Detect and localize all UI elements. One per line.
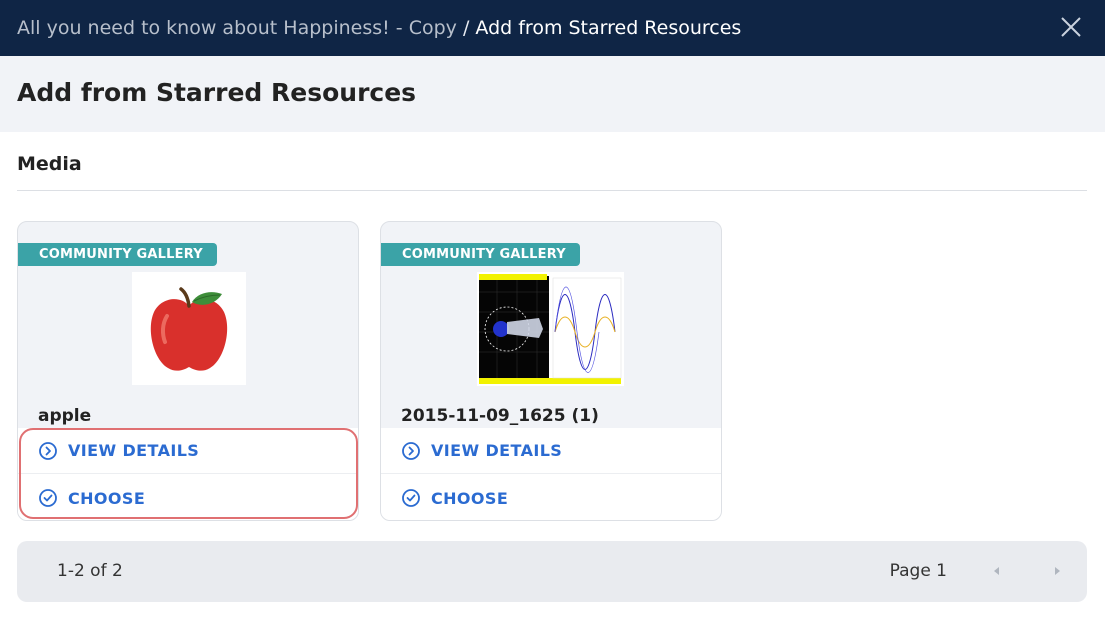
close-icon[interactable] bbox=[1059, 15, 1083, 39]
apple-illustration bbox=[150, 287, 228, 371]
view-details-label: VIEW DETAILS bbox=[68, 441, 200, 460]
breadcrumb-parent[interactable]: All you need to know about Happiness! - … bbox=[17, 17, 457, 39]
simulation-illustration bbox=[477, 272, 624, 386]
view-details-button[interactable]: VIEW DETAILS bbox=[18, 428, 358, 474]
top-bar: All you need to know about Happiness! - … bbox=[0, 0, 1105, 56]
card-title: apple bbox=[38, 406, 92, 426]
community-gallery-badge: COMMUNITY GALLERY bbox=[381, 243, 580, 266]
section-divider bbox=[17, 190, 1087, 191]
breadcrumb-separator: / bbox=[462, 17, 470, 39]
choose-label: CHOOSE bbox=[431, 488, 509, 508]
resource-card-screenshot: COMMUNITY GALLERY 2015-11-09_1625 (1) VI… bbox=[380, 221, 722, 521]
chevron-left-icon[interactable] bbox=[989, 563, 1005, 579]
apple-image bbox=[132, 272, 246, 385]
breadcrumb: All you need to know about Happiness! - … bbox=[17, 17, 741, 39]
card-title: 2015-11-09_1625 (1) bbox=[401, 406, 599, 426]
choose-button[interactable]: CHOOSE bbox=[381, 475, 721, 520]
chevron-circle-right-icon bbox=[402, 441, 420, 460]
section-title-media: Media bbox=[17, 153, 82, 175]
page-title: Add from Starred Resources bbox=[17, 78, 417, 107]
page-indicator: Page 1 bbox=[889, 561, 947, 581]
card-actions: VIEW DETAILS CHOOSE bbox=[18, 428, 358, 520]
choose-label: CHOOSE bbox=[68, 488, 146, 508]
choose-button[interactable]: CHOOSE bbox=[18, 475, 358, 520]
check-circle-icon bbox=[402, 489, 420, 507]
community-gallery-badge: COMMUNITY GALLERY bbox=[18, 243, 217, 266]
check-circle-icon bbox=[39, 489, 57, 507]
resource-card-apple: COMMUNITY GALLERY apple VIEW DETAILS CHO… bbox=[17, 221, 359, 521]
dialog-header: Add from Starred Resources bbox=[0, 56, 1105, 132]
card-actions: VIEW DETAILS CHOOSE bbox=[381, 428, 721, 520]
breadcrumb-current: Add from Starred Resources bbox=[475, 17, 742, 39]
pagination-bar: 1-2 of 2 Page 1 bbox=[17, 541, 1087, 602]
simulation-screenshot-image bbox=[477, 272, 624, 386]
chevron-circle-right-icon bbox=[39, 441, 57, 460]
result-range: 1-2 of 2 bbox=[57, 561, 123, 581]
view-details-label: VIEW DETAILS bbox=[431, 441, 563, 460]
view-details-button[interactable]: VIEW DETAILS bbox=[381, 428, 721, 474]
chevron-right-icon[interactable] bbox=[1049, 563, 1065, 579]
